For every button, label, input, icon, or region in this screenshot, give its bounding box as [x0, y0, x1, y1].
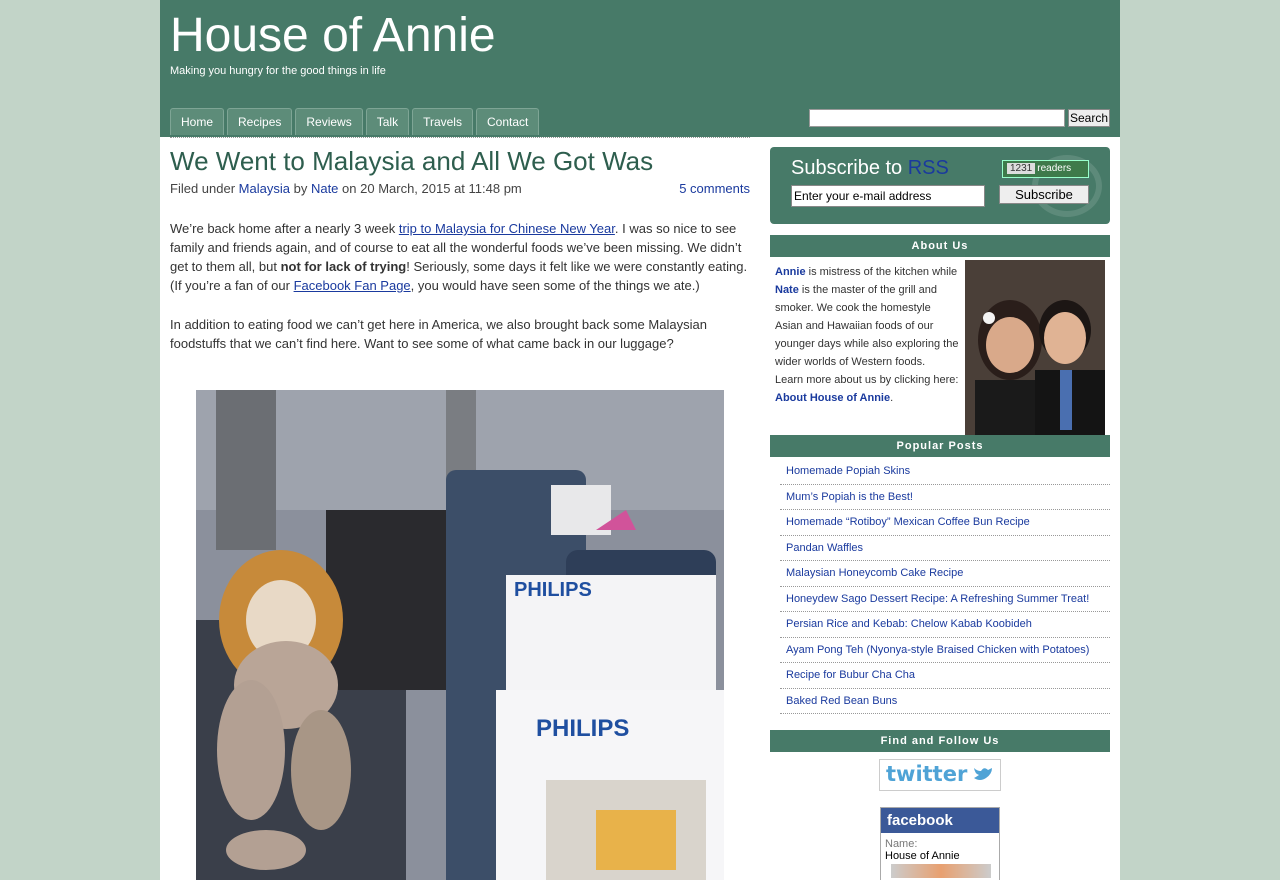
popular-post-link[interactable]: Malaysian Honeycomb Cake Recipe [786, 567, 963, 579]
site-title[interactable]: House of Annie [170, 8, 496, 63]
nav-reviews[interactable]: Reviews [295, 108, 363, 135]
popular-post-link[interactable]: Homemade “Rotiboy” Mexican Coffee Bun Re… [786, 516, 1030, 528]
popular-heading: Popular Posts [770, 435, 1110, 457]
post-paragraph-1: We’re back home after a nearly 3 week tr… [170, 219, 750, 295]
malaysia-trip-link[interactable]: trip to Malaysia for Chinese New Year [399, 221, 615, 236]
search-button[interactable]: Search [1068, 109, 1110, 127]
about-widget: Annie is mistress of the kitchen while N… [770, 257, 1110, 435]
luggage-photo-art: PHILIPS PHILIPS [196, 390, 724, 880]
rss-title: Subscribe to RSS [791, 157, 949, 180]
popular-posts-list: Homemade Popiah Skins Mum’s Popiah is th… [780, 459, 1110, 714]
popular-post-link[interactable]: Pandan Waffles [786, 542, 863, 554]
p1-bold: not for lack of trying [280, 259, 407, 274]
meta-by-label: by [293, 181, 308, 196]
popular-post-link[interactable]: Persian Rice and Kebab: Chelow Kabab Koo… [786, 618, 1032, 630]
post-meta: Filed under Malaysia by Nate on 20 March… [170, 181, 750, 199]
twitter-bird-icon [974, 768, 992, 780]
follow-widget: twitter facebook Name: House of Annie [770, 752, 1110, 880]
about-text: Annie is mistress of the kitchen while N… [775, 263, 960, 407]
follow-heading: Find and Follow Us [770, 730, 1110, 752]
popular-post-link[interactable]: Mum’s Popiah is the Best! [786, 491, 913, 503]
photo-box-label-1: PHILIPS [514, 579, 592, 601]
readers-label: readers [1037, 163, 1072, 174]
annie-link[interactable]: Annie [775, 266, 806, 278]
rss-widget: Subscribe to RSS 1231 readers Enter your … [770, 147, 1110, 224]
list-item: Homemade Popiah Skins [780, 459, 1110, 485]
nate-link[interactable]: Nate [775, 284, 799, 296]
popular-post-link[interactable]: Baked Red Bean Buns [786, 695, 897, 707]
rss-title-text: Subscribe to [791, 157, 903, 179]
nav-recipes[interactable]: Recipes [227, 108, 293, 135]
p1-text-a: We’re back home after a nearly 3 week [170, 221, 399, 236]
nav-contact[interactable]: Contact [475, 108, 540, 135]
p1-text-d: , you would have seen some of the things… [410, 278, 700, 293]
facebook-logo: facebook [881, 808, 999, 833]
readers-count: 1231 [1007, 163, 1036, 174]
nav-talk[interactable]: Talk [365, 108, 410, 135]
couple-photo-art [965, 260, 1105, 435]
list-item: Baked Red Bean Buns [780, 689, 1110, 714]
list-item: Persian Rice and Kebab: Chelow Kabab Koo… [780, 612, 1110, 638]
popular-post-link[interactable]: Homemade Popiah Skins [786, 465, 910, 477]
about-heading: About Us [770, 235, 1110, 257]
luggage-photo: PHILIPS PHILIPS [196, 390, 724, 880]
facebook-widget[interactable]: facebook Name: House of Annie [880, 807, 1000, 880]
meta-date: on 20 March, 2015 at 11:48 pm [342, 181, 522, 196]
list-item: Honeydew Sago Dessert Recipe: A Refreshi… [780, 587, 1110, 612]
twitter-logo-text: twitter [886, 762, 968, 786]
comments-link[interactable]: 5 comments [679, 181, 750, 196]
subscribe-button[interactable]: Subscribe [999, 185, 1089, 204]
popular-post-link[interactable]: Honeydew Sago Dessert Recipe: A Refreshi… [786, 593, 1089, 605]
nav-home[interactable]: Home [170, 108, 225, 135]
popular-post-link[interactable]: Recipe for Bubur Cha Cha [786, 669, 915, 681]
post-title[interactable]: We Went to Malaysia and All We Got Was [170, 145, 750, 177]
list-item: Recipe for Bubur Cha Cha [780, 663, 1110, 689]
search-input[interactable] [809, 109, 1065, 127]
header-divider [170, 137, 750, 138]
fb-name-label: Name: [885, 838, 918, 850]
list-item: Malaysian Honeycomb Cake Recipe [780, 561, 1110, 587]
site-tagline: Making you hungry for the good things in… [170, 65, 386, 77]
list-item: Homemade “Rotiboy” Mexican Coffee Bun Re… [780, 510, 1110, 536]
email-field[interactable]: Enter your e-mail address [791, 185, 985, 207]
list-item: Mum’s Popiah is the Best! [780, 485, 1110, 510]
feed-readers-badge[interactable]: 1231 readers [1002, 160, 1089, 178]
page-wrapper: House of Annie Making you hungry for the… [160, 0, 1120, 880]
twitter-button[interactable]: twitter [879, 759, 1001, 791]
about-t3: Learn more about us by clicking here: [775, 374, 959, 386]
fb-name: House of Annie [885, 850, 960, 862]
post-paragraph-2: In addition to eating food we can’t get … [170, 317, 707, 351]
about-t4: . [890, 392, 894, 404]
about-t1: is mistress of the kitchen while [805, 266, 958, 278]
main-nav: Home Recipes Reviews Talk Travels Contac… [170, 108, 540, 135]
about-t2: is the master of the grill and smoker. W… [775, 284, 959, 368]
list-item: Pandan Waffles [780, 536, 1110, 561]
list-item: Ayam Pong Teh (Nyonya-style Braised Chic… [780, 638, 1110, 663]
about-house-link[interactable]: About House of Annie [775, 392, 890, 404]
fb-thumbnail [891, 864, 991, 878]
rss-title-highlight[interactable]: RSS [908, 157, 949, 179]
nav-travels[interactable]: Travels [412, 108, 473, 135]
meta-filed-label: Filed under [170, 181, 236, 196]
site-header: House of Annie Making you hungry for the… [160, 0, 1120, 137]
meta-author-link[interactable]: Nate [311, 181, 338, 196]
facebook-fan-page-link[interactable]: Facebook Fan Page [294, 278, 411, 293]
about-photo [965, 260, 1105, 435]
photo-box-label-2: PHILIPS [536, 715, 629, 742]
sidebar: Subscribe to RSS 1231 readers Enter your … [770, 147, 1110, 880]
popular-post-link[interactable]: Ayam Pong Teh (Nyonya-style Braised Chic… [786, 644, 1089, 656]
post-content: We Went to Malaysia and All We Got Was F… [170, 145, 750, 880]
meta-category-link[interactable]: Malaysia [239, 181, 290, 196]
